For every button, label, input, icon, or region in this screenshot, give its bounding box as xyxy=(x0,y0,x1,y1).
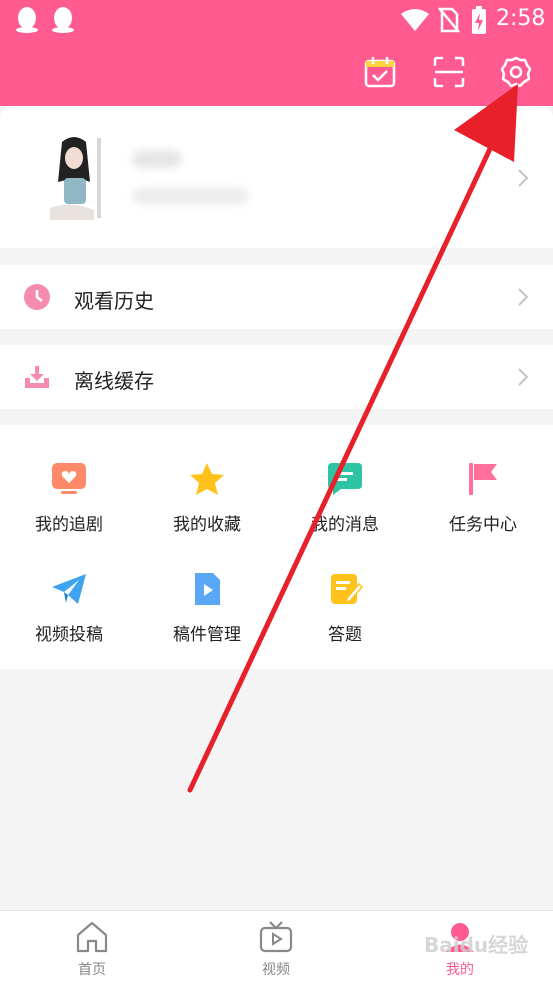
tv-play-icon xyxy=(259,921,293,953)
home-icon xyxy=(76,921,108,953)
baidu-watermark: Baidu经验 xyxy=(424,933,529,957)
nav-label: 我的 xyxy=(446,962,474,978)
nav-label: 视频 xyxy=(262,962,290,978)
nav-video[interactable]: 视频 xyxy=(216,921,336,979)
nav-label: 首页 xyxy=(78,962,106,978)
annotation-arrow xyxy=(187,84,518,793)
bottom-nav: 首页 视频 我的 Baidu经验 xyxy=(0,910,553,984)
nav-home[interactable]: 首页 xyxy=(32,921,152,979)
